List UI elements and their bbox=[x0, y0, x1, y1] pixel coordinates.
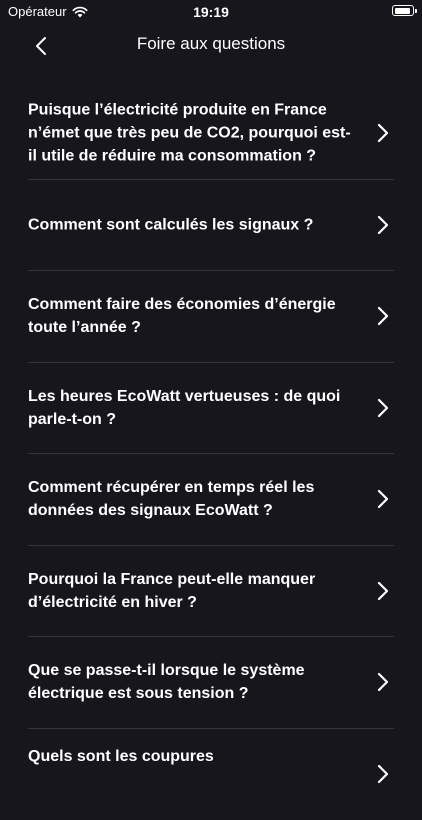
faq-question: Comment sont calculés les signaux ? bbox=[28, 213, 358, 236]
faq-item[interactable]: Pourquoi la France peut-elle manquer d’é… bbox=[28, 546, 394, 638]
faq-item[interactable]: Puisque l’électricité produite en France… bbox=[28, 88, 394, 180]
chevron-right-icon bbox=[376, 214, 390, 236]
status-time: 19:19 bbox=[0, 4, 422, 20]
faq-item[interactable]: Les heures EcoWatt vertueuses : de quoi … bbox=[28, 363, 394, 455]
faq-item[interactable]: Que se passe-t-il lorsque le système éle… bbox=[28, 637, 394, 729]
chevron-right-icon bbox=[376, 580, 390, 602]
chevron-right-icon bbox=[376, 397, 390, 419]
page-title: Foire aux questions bbox=[0, 34, 422, 54]
faq-question: Puisque l’électricité produite en France… bbox=[28, 99, 358, 168]
chevron-right-icon bbox=[376, 763, 390, 785]
chevron-right-icon bbox=[376, 488, 390, 510]
faq-list: Puisque l’électricité produite en France… bbox=[0, 88, 422, 820]
faq-item[interactable]: Quels sont les coupures bbox=[28, 729, 394, 820]
faq-question: Pourquoi la France peut-elle manquer d’é… bbox=[28, 568, 358, 614]
chevron-right-icon bbox=[376, 305, 390, 327]
faq-item[interactable]: Comment sont calculés les signaux ? bbox=[28, 180, 394, 272]
faq-item[interactable]: Comment faire des économies d’énergie to… bbox=[28, 271, 394, 363]
faq-question: Comment récupérer en temps réel les donn… bbox=[28, 476, 358, 522]
navigation-bar: Foire aux questions bbox=[0, 24, 422, 68]
status-bar: Opérateur 19:19 bbox=[0, 0, 422, 24]
faq-question: Quels sont les coupures bbox=[28, 745, 358, 768]
battery-level bbox=[395, 8, 410, 14]
faq-question: Les heures EcoWatt vertueuses : de quoi … bbox=[28, 385, 358, 431]
chevron-right-icon bbox=[376, 122, 390, 144]
chevron-right-icon bbox=[376, 671, 390, 693]
battery-icon bbox=[392, 5, 414, 16]
faq-question: Que se passe-t-il lorsque le système éle… bbox=[28, 659, 358, 705]
faq-item[interactable]: Comment récupérer en temps réel les donn… bbox=[28, 454, 394, 546]
faq-question: Comment faire des économies d’énergie to… bbox=[28, 293, 358, 339]
